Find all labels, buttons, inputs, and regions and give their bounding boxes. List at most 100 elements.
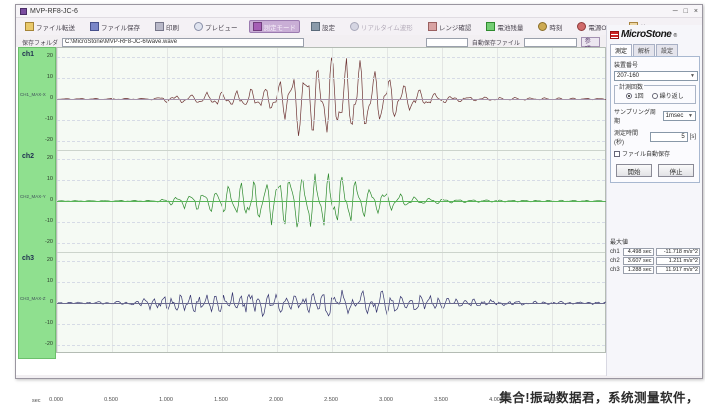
toolbar-button-range-check[interactable]: レンジ確認 [424,20,476,33]
channel-axis-panel: ch1CH1_MAX-X20100-10-20ch2CH2_MAX-Y20100… [18,47,56,359]
max-row-time: 3.607 sec [623,257,654,265]
x-tick-label: 0.500 [96,397,126,403]
grid-hline [57,141,605,142]
toolbar-button-label: ファイル保存 [101,22,140,32]
autosave-file-label: 自動保存ファイル [472,38,520,47]
band-separator [57,150,605,151]
max-value-table: ch14.498 sec-11.718 m/s^2ch23.607 sec1.2… [610,248,700,274]
toolbar-button-realtime-wave[interactable]: リアルタイム波形 [346,20,417,33]
caption-text: 集合!振动数据君，系统测量软件， [499,387,699,406]
interval-input[interactable] [426,38,468,47]
tab-測定[interactable]: 測定 [610,44,632,56]
magnifier-icon [194,22,203,31]
max-row-time: 4.498 sec [623,248,654,256]
save-folder-path-input[interactable]: C:\MicroStone\MVP-RF8-JC-6\wave.wave [62,38,304,47]
grid-vline [497,48,498,352]
toolbar-button-label: 時刻 [549,22,562,32]
minimize-button[interactable]: ─ [673,7,678,16]
waveform-plot[interactable] [56,47,606,353]
stop-button[interactable]: 停止 [658,164,694,177]
app-window: MVP-RF8-JC-6 ─ □ × ファイル転送ファイル保存印刷プレビュー測定… [15,4,703,379]
wave-icon [350,22,359,31]
toolbar-button-settings[interactable]: 設定 [307,20,339,33]
page: MVP-RF8-JC-6 ─ □ × ファイル転送ファイル保存印刷プレビュー測定… [0,0,705,417]
autosave-checkbox-label: ファイル自動保存 [622,149,670,158]
grid-vline [112,48,113,352]
brand-logo: MicroStone ® [610,29,700,40]
save-icon [90,22,99,31]
y-tick-label: -20 [45,341,53,347]
grid-vline [222,48,223,352]
grid-vline [277,48,278,352]
browse-button[interactable]: 参照 [581,37,600,47]
power-icon [577,22,586,31]
measurement-panel: 装置番号 207-160 ▼ 計測回数 1回 繰り返し サンプリング周期 1mse… [610,56,700,183]
grid-hline [57,222,605,223]
sampling-period-label: サンプリング周期 [614,107,661,125]
max-row-time: 1.288 sec [623,266,654,274]
toolbar-button-file-save[interactable]: ファイル保存 [86,20,144,33]
grid-vline [167,48,168,352]
device-number-value: 207-160 [617,73,639,79]
y-tick-label: 0 [50,95,53,101]
grid-hline [57,159,605,160]
start-button[interactable]: 開始 [616,164,652,177]
toolbar-button-measure-mode[interactable]: 測定モード [249,20,301,33]
radio-label: 繰り返し [660,91,684,100]
toolbar-button-preview[interactable]: プレビュー [190,20,242,33]
tab-設定[interactable]: 設定 [656,44,678,56]
maximize-button[interactable]: □ [684,7,688,16]
clock-icon [538,22,547,31]
grid-vline [387,48,388,352]
sampling-period-select[interactable]: 1msec ▼ [663,111,696,121]
microstone-logo-icon [610,31,619,39]
y-tick-label: 10 [47,278,53,284]
autosave-file-input[interactable] [524,38,577,47]
grid-vline [57,48,58,352]
toolbar-button-print[interactable]: 印刷 [151,20,183,33]
grid-hline [57,243,605,244]
close-button[interactable]: × [694,7,698,16]
tab-解析[interactable]: 解析 [633,44,655,56]
max-value-row: ch31.288 sec11.917 m/s^2 [610,266,700,274]
title-bar: MVP-RF8-JC-6 ─ □ × [16,5,702,18]
chart-region: m/s^2 ch1CH1_MAX-X20100-10-20ch2CH2_MAX-… [16,47,606,375]
radio-option[interactable]: 繰り返し [652,91,684,100]
y-tick-label: -10 [45,218,53,224]
grid-hline [57,324,605,325]
wrench-icon [311,22,320,31]
toolbar-button-clock[interactable]: 時刻 [534,20,566,33]
y-tick-label: 20 [47,53,53,59]
control-sidebar: MicroStone ® 測定解析設定 装置番号 207-160 ▼ 計測回数 … [606,25,702,376]
toolbar-button-label: 電池残量 [497,22,523,32]
grid-vline [552,48,553,352]
measure-count-label: 計測回数 [618,82,644,91]
y-tick-label: 20 [47,257,53,263]
measure-time-input[interactable]: 5 [650,132,688,142]
toolbar-button-battery-level[interactable]: 電池残量 [482,20,527,33]
battery-icon [486,22,495,31]
y-tick-label: -10 [45,116,53,122]
chevron-down-icon: ▼ [690,73,695,79]
save-folder-label: 保存フォルダ [22,38,58,47]
window-title: MVP-RF8-JC-6 [30,8,78,15]
autosave-checkbox[interactable] [614,151,620,157]
channel-label-ch3: ch3 [22,255,34,262]
printer-icon [155,22,164,31]
device-number-select[interactable]: 207-160 ▼ [614,71,698,81]
channel-axis-label-ch1: CH1_MAX-X [20,92,46,97]
grid-hline [57,78,605,79]
y-tick-label: 10 [47,74,53,80]
max-value-block: 最大値 ch14.498 sec-11.718 m/s^2ch23.607 se… [610,237,700,274]
toolbar-button-file-transfer[interactable]: ファイル転送 [21,20,79,33]
radio-option[interactable]: 1回 [626,91,643,100]
zero-line-ch3 [57,303,605,304]
max-row-value: -11.718 m/s^2 [656,248,700,256]
x-tick-label: 3.500 [426,397,456,403]
range-icon [428,22,437,31]
app-icon [20,8,27,15]
toolbar: ファイル転送 ファイル保存 印刷 プレビュー 測定モード設定リアルタイム波形レンジ確認 電… [16,18,702,35]
measure-time-unit: [s] [690,134,696,140]
device-number-label: 装置番号 [614,60,696,69]
toolbar-button-label: プレビュー [205,22,238,32]
